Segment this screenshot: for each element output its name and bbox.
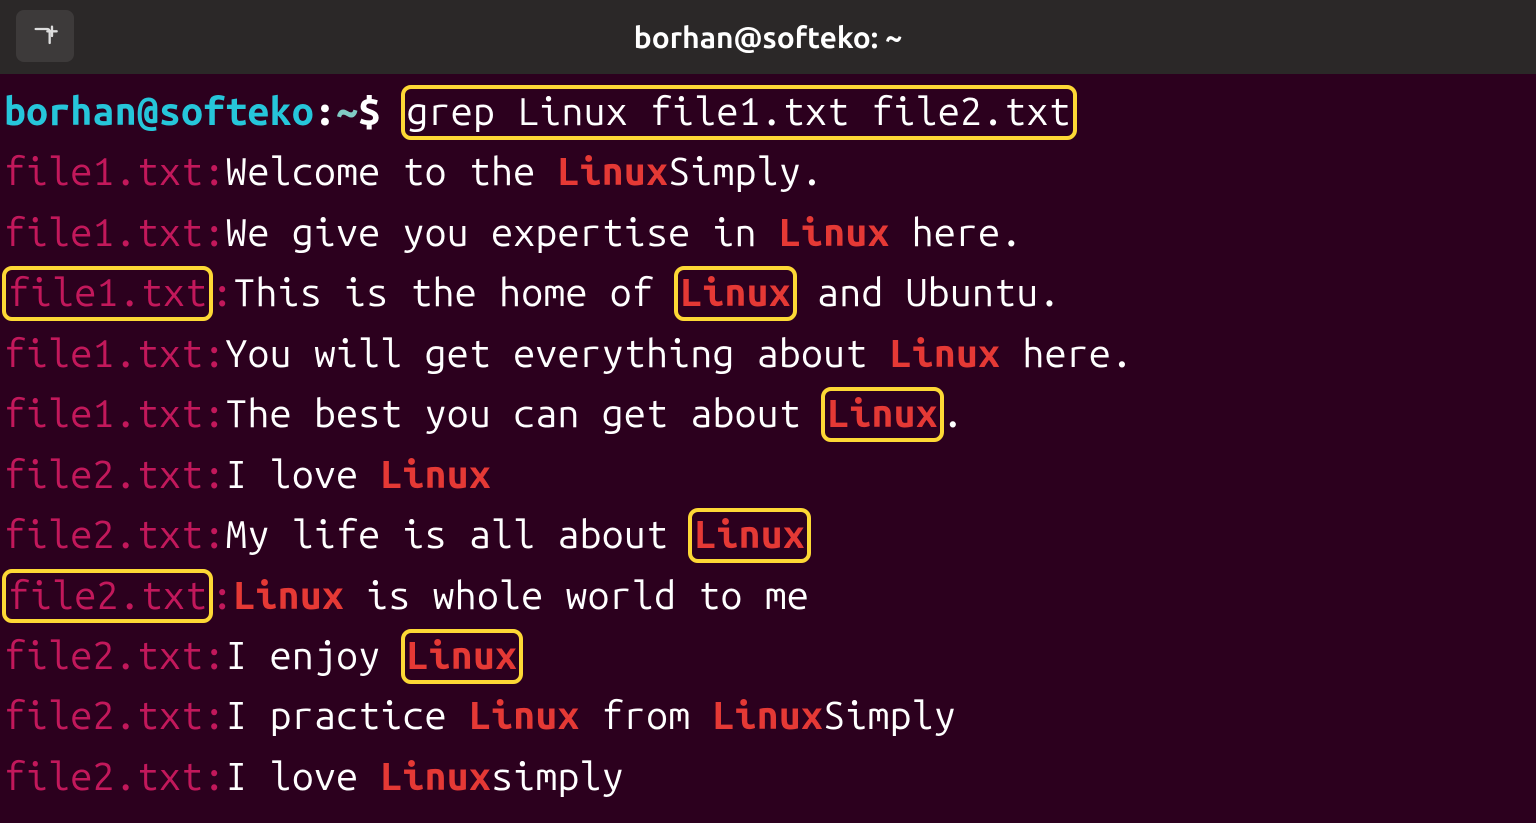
output-text: Simply. <box>668 150 823 193</box>
grep-match: Linux <box>233 574 344 617</box>
new-tab-icon <box>31 22 59 50</box>
file-sep: : <box>203 453 225 496</box>
prompt-line: borhan@softeko:~$ grep Linux file1.txt f… <box>4 82 1536 142</box>
new-tab-button[interactable] <box>16 10 74 62</box>
file-sep: : <box>203 694 225 737</box>
window-titlebar: borhan@softeko: ~ <box>0 0 1536 74</box>
file-sep: : <box>203 634 225 677</box>
output-text: I love <box>225 453 380 496</box>
prompt-dollar: $ <box>358 90 402 133</box>
window-title: borhan@softeko: ~ <box>0 14 1536 61</box>
file-name: file1.txt <box>4 150 203 193</box>
output-text: here. <box>1000 332 1133 375</box>
output-text: Simply <box>823 694 956 737</box>
grep-match: Linux <box>713 694 824 737</box>
prompt-sep: : <box>314 90 336 133</box>
output-line: file2.txt:I practice Linux from LinuxSim… <box>4 686 1536 746</box>
file-sep: : <box>203 513 225 556</box>
output-text: from <box>580 694 713 737</box>
command-text: grep Linux file1.txt file2.txt <box>401 85 1077 140</box>
output-text: This is the home of <box>233 271 676 314</box>
output-text: I enjoy <box>225 634 402 677</box>
output-text: is whole world to me <box>344 574 809 617</box>
file-name: file1.txt <box>2 266 213 321</box>
output-line: file1.txt:Welcome to the LinuxSimply. <box>4 142 1536 202</box>
file-name: file1.txt <box>4 332 203 375</box>
output-line: file2.txt:I enjoy Linux <box>4 626 1536 686</box>
output-line: file2.txt:Linux is whole world to me <box>4 566 1536 626</box>
output-text: here. <box>890 211 1023 254</box>
output-text: The best you can get about <box>225 392 823 435</box>
grep-match: Linux <box>779 211 890 254</box>
grep-match: Linux <box>890 332 1001 375</box>
file-sep: : <box>203 211 225 254</box>
grep-match: Linux <box>688 508 811 563</box>
file-sep: : <box>203 392 225 435</box>
file-sep: : <box>203 332 225 375</box>
output-text: I love <box>225 755 380 798</box>
output-line: file2.txt:I love Linuxsimply <box>4 747 1536 807</box>
output-line: file2.txt:I love Linux <box>4 445 1536 505</box>
output-text: and Ubuntu. <box>795 271 1061 314</box>
grep-match: Linux <box>558 150 669 193</box>
output-line: file1.txt:We give you expertise in Linux… <box>4 203 1536 263</box>
grep-match: Linux <box>401 629 524 684</box>
grep-match: Linux <box>821 387 944 442</box>
file-name: file2.txt <box>4 513 203 556</box>
output-line: file1.txt:This is the home of Linux and … <box>4 263 1536 323</box>
grep-match: Linux <box>380 755 491 798</box>
output-text: Welcome to the <box>225 150 557 193</box>
terminal-area[interactable]: borhan@softeko:~$ grep Linux file1.txt f… <box>0 74 1536 807</box>
file-sep: : <box>211 271 233 314</box>
output-line: file2.txt:My life is all about Linux <box>4 505 1536 565</box>
file-name: file2.txt <box>4 453 203 496</box>
file-sep: : <box>211 574 233 617</box>
file-name: file2.txt <box>4 634 203 677</box>
grep-match: Linux <box>469 694 580 737</box>
file-name: file2.txt <box>4 694 203 737</box>
output-text: . <box>942 392 964 435</box>
output-line: file1.txt:You will get everything about … <box>4 324 1536 384</box>
output-line: file1.txt:The best you can get about Lin… <box>4 384 1536 444</box>
output-text: You will get everything about <box>225 332 889 375</box>
file-name: file2.txt <box>2 569 213 624</box>
file-sep: : <box>203 755 225 798</box>
file-sep: : <box>203 150 225 193</box>
output-text: simply <box>491 755 624 798</box>
output-text: We give you expertise in <box>225 211 779 254</box>
prompt-user: borhan@softeko <box>4 90 314 133</box>
output-text: My life is all about <box>225 513 690 556</box>
output-text: I practice <box>225 694 469 737</box>
grep-match: Linux <box>674 266 797 321</box>
grep-match: Linux <box>380 453 491 496</box>
prompt-path: ~ <box>336 90 358 133</box>
file-name: file1.txt <box>4 392 203 435</box>
file-name: file1.txt <box>4 211 203 254</box>
file-name: file2.txt <box>4 755 203 798</box>
